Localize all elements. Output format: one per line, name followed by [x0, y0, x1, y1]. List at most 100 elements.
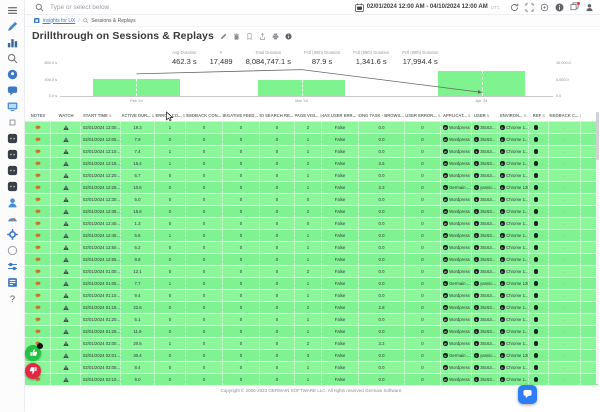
chat-icon[interactable] [6, 84, 18, 96]
thumbs-up-button[interactable] [25, 345, 41, 361]
edit-button[interactable] [220, 33, 227, 40]
warning-icon[interactable] [63, 317, 69, 323]
table-row[interactable]: 02/01/2024 12:25...10.600001False3.30GGe… [25, 182, 598, 194]
table-row[interactable]: 02/01/2024 12:50...6.200001False0.00WWor… [25, 242, 598, 254]
bar-Apr '24[interactable] [438, 71, 525, 96]
table-row[interactable]: 02/01/2024 02:00...20.510002False3.20WWo… [25, 338, 598, 350]
warning-icon[interactable] [63, 281, 69, 287]
warning-icon[interactable] [63, 305, 69, 311]
column-header-active[interactable]: ACTIVE DUR...⇅ [121, 113, 155, 118]
menu-icon[interactable] [6, 4, 18, 16]
note-icon[interactable] [35, 173, 41, 179]
table-row[interactable]: 02/01/2024 02:05...8.400001False0.00WWor… [25, 362, 598, 374]
table-row[interactable]: 02/01/2024 01:20...6.100001False0.00WWor… [25, 314, 598, 326]
table-row[interactable]: 02/01/2024 01:15...22.600002False2.80WWo… [25, 302, 598, 314]
table-row[interactable]: 02/01/2024 12:05...7.900001False0.00WWor… [25, 134, 598, 146]
breadcrumb-root-link[interactable]: Insights for UX [43, 18, 76, 24]
warning-icon[interactable] [63, 149, 69, 155]
warning-icon[interactable] [63, 269, 69, 275]
column-header-page[interactable]: PAGE VISI...⇅ [295, 113, 322, 118]
warning-icon[interactable] [63, 329, 69, 335]
export-button[interactable] [259, 33, 266, 40]
note-icon[interactable] [35, 209, 41, 215]
agent-icon[interactable] [6, 196, 18, 208]
warning-icon[interactable] [63, 377, 69, 383]
warning-icon[interactable] [63, 233, 69, 239]
warning-icon[interactable] [63, 245, 69, 251]
column-header-haserr[interactable]: HAS USER ERR...⇅ [322, 113, 359, 118]
note-icon[interactable] [35, 161, 41, 167]
warning-icon[interactable] [63, 365, 69, 371]
bar-Feb '24[interactable] [93, 79, 180, 96]
delete-button[interactable] [233, 33, 240, 40]
column-header-fbc[interactable]: FEEDBACK C...⇅ [549, 113, 581, 118]
table-row[interactable]: 02/01/2024 12:55...8.800001False0.00WWor… [25, 254, 598, 266]
windows-button[interactable] [570, 3, 579, 12]
table-row[interactable]: 02/01/2024 02:10...9.000001False0.00WWor… [25, 374, 598, 386]
table-row[interactable]: 02/01/2024 12:45...5.610001False0.00WWor… [25, 230, 598, 242]
column-header-user[interactable]: USER⇅ [472, 113, 498, 118]
warning-icon[interactable] [63, 209, 69, 215]
column-header-nosr[interactable]: NO SEARCH RE...⇅ [260, 113, 295, 118]
warning-icon[interactable] [63, 173, 69, 179]
note-icon[interactable] [35, 233, 41, 239]
mini-icon[interactable] [6, 116, 18, 128]
fullscreen-button[interactable] [525, 3, 534, 12]
app-icon[interactable] [6, 132, 18, 144]
warning-icon[interactable] [63, 257, 69, 263]
note-icon[interactable] [35, 305, 41, 311]
search-icon[interactable] [6, 52, 18, 64]
note-icon[interactable] [35, 185, 41, 191]
column-header-uerr[interactable]: USER ERROR...⇅ [405, 113, 441, 118]
table-row[interactable]: 02/01/2024 12:40...1.300000False0.00WWor… [25, 218, 598, 230]
warning-icon[interactable] [63, 293, 69, 299]
thumbs-down-button[interactable] [25, 363, 41, 379]
warning-icon[interactable] [63, 125, 69, 131]
table-row[interactable]: 02/01/2024 12:15...15.410002False3.50WWo… [25, 158, 598, 170]
search-input[interactable] [48, 3, 351, 12]
warning-icon[interactable] [63, 137, 69, 143]
note-icon[interactable] [35, 149, 41, 155]
note-icon[interactable] [35, 197, 41, 203]
table-row[interactable]: 02/01/2024 12:00...19.310002False0.00WWo… [25, 122, 598, 134]
app-icon[interactable] [6, 180, 18, 192]
edit-icon[interactable] [6, 20, 18, 32]
vertical-scrollbar[interactable] [596, 112, 599, 384]
table-row[interactable]: 02/01/2024 12:10...7.410001False0.00WWor… [25, 146, 598, 158]
column-header-err[interactable]: ERROR CO...⇅ [155, 113, 186, 118]
print-button[interactable] [272, 33, 279, 40]
note-icon[interactable] [35, 245, 41, 251]
warning-icon[interactable] [63, 161, 69, 167]
pin-icon[interactable] [6, 68, 18, 80]
record-button[interactable] [540, 3, 549, 12]
table-row[interactable]: 02/01/2024 12:20...6.700001False0.00WWor… [25, 170, 598, 182]
warning-icon[interactable] [63, 341, 69, 347]
table-row[interactable]: 02/01/2024 01:05...7.710001False0.00GGer… [25, 278, 598, 290]
warning-icon[interactable] [63, 197, 69, 203]
app-icon[interactable] [6, 164, 18, 176]
help-icon[interactable]: ? [6, 292, 18, 304]
bar-Mar '24[interactable] [258, 80, 345, 96]
note-icon[interactable] [35, 329, 41, 335]
warning-icon[interactable] [63, 185, 69, 191]
table-row[interactable]: 02/01/2024 12:30...5.000000False0.00WWor… [25, 194, 598, 206]
gauge-icon[interactable] [6, 212, 18, 224]
column-header-ref[interactable]: REF⇅ [529, 113, 549, 118]
table-row[interactable]: 02/01/2024 12:35...15.600002False0.00WWo… [25, 206, 598, 218]
info-button[interactable] [555, 3, 564, 12]
refresh-button[interactable] [510, 3, 519, 12]
board-icon[interactable] [6, 276, 18, 288]
table-row[interactable]: 02/01/2024 01:25...11.900001False0.00WWo… [25, 326, 598, 338]
title-info-button[interactable] [285, 33, 292, 40]
table-row[interactable]: 02/01/2024 01:10...9.400001False0.00WWor… [25, 290, 598, 302]
column-header-long[interactable]: LONG TASK - BROWS...⇅ [359, 113, 405, 118]
table-row[interactable]: 02/01/2024 01:00...12.100002False0.00WWo… [25, 266, 598, 278]
sliders-icon[interactable] [6, 260, 18, 272]
screen-icon[interactable] [6, 100, 18, 112]
note-icon[interactable] [35, 317, 41, 323]
note-icon[interactable] [35, 125, 41, 131]
column-header-time[interactable]: START TIME⇅ [81, 113, 121, 118]
scrollbar-thumb[interactable] [596, 112, 599, 160]
note-icon[interactable] [35, 269, 41, 275]
chart-icon[interactable] [6, 36, 18, 48]
